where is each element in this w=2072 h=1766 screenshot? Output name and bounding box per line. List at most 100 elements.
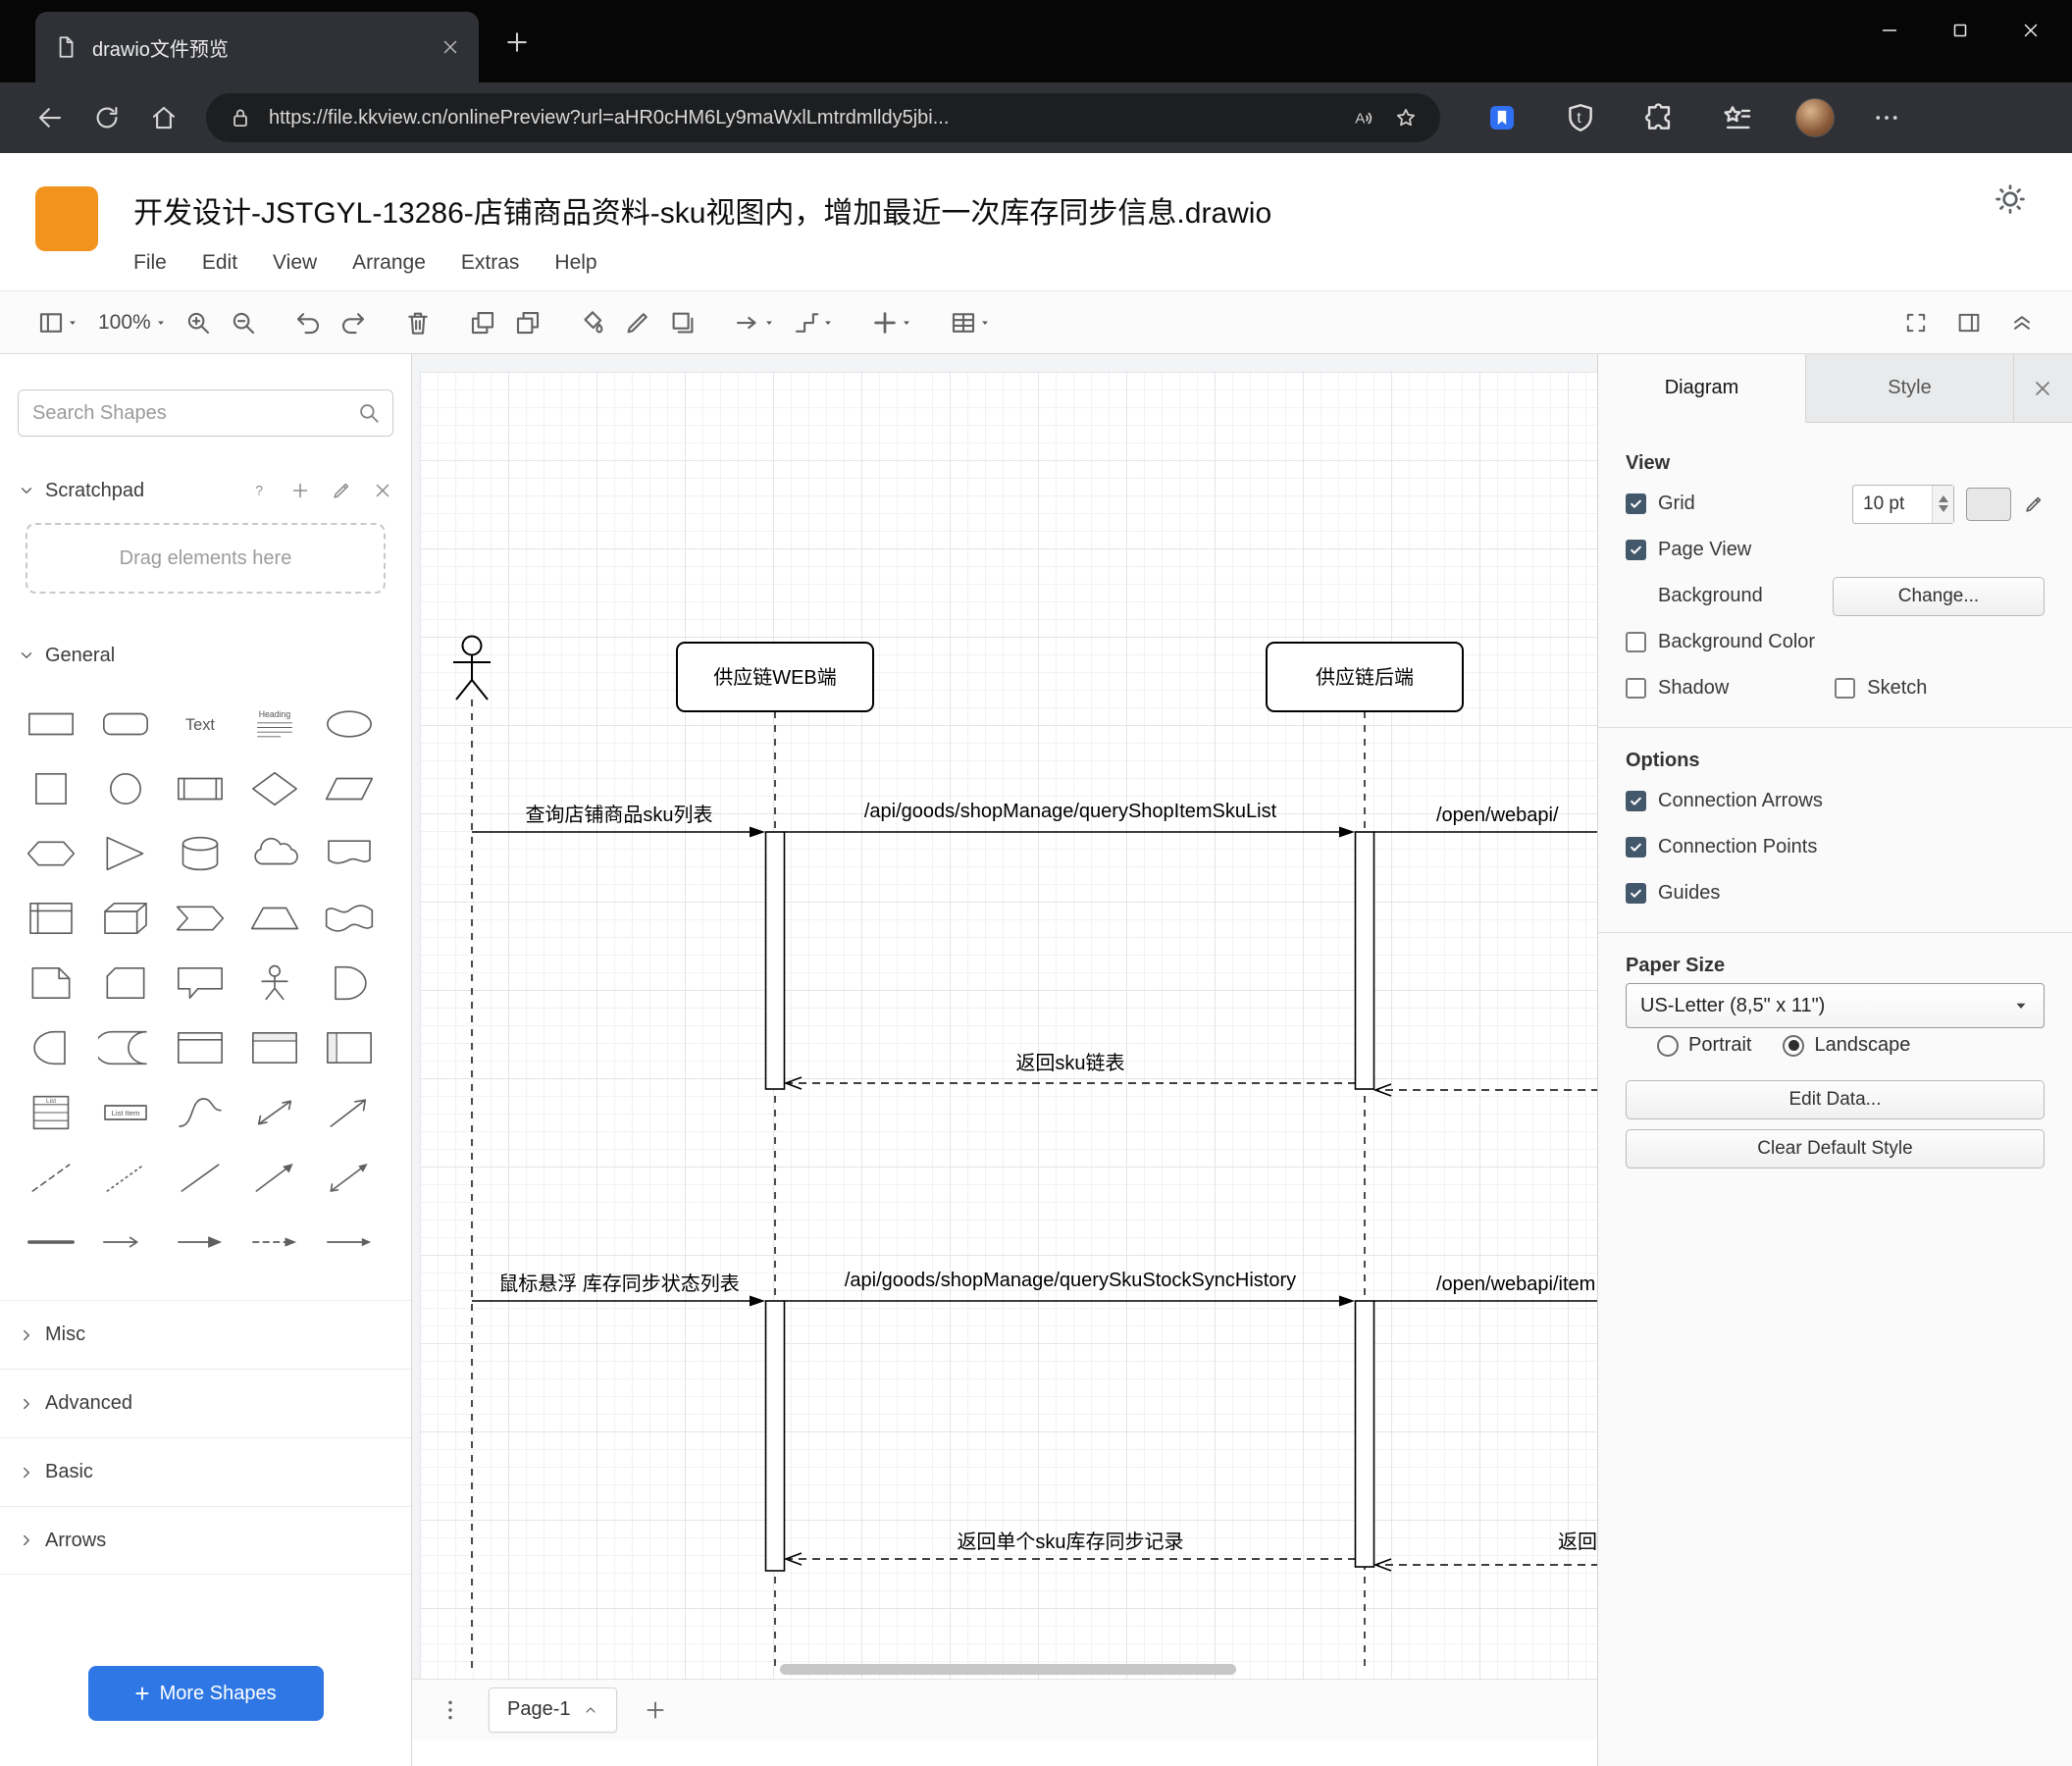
shape-textbox[interactable]: Heading <box>237 692 312 756</box>
shape-note[interactable] <box>14 951 88 1015</box>
orientation-portrait[interactable]: Portrait <box>1657 1034 1751 1057</box>
sidebar-section-misc[interactable]: Misc <box>0 1300 411 1369</box>
horizontal-scrollbar[interactable] <box>780 1664 1236 1675</box>
shape-arrow-right-filled[interactable] <box>163 1210 237 1274</box>
shape-diagonal-arrow-2[interactable] <box>312 1145 387 1210</box>
page-view-icon[interactable] <box>33 305 82 340</box>
shape-cylinder[interactable] <box>163 821 237 886</box>
url-text[interactable]: https://file.kkview.cn/onlinePreview?url… <box>269 107 1336 130</box>
shape-bidirectional-arrow[interactable] <box>237 1080 312 1145</box>
scratchpad-drop-area[interactable]: Drag elements here <box>26 523 386 594</box>
table-icon[interactable] <box>946 305 995 340</box>
shape-horizontal-line[interactable] <box>14 1210 88 1274</box>
shape-step[interactable] <box>163 886 237 951</box>
edit-data-button[interactable]: Edit Data... <box>1626 1080 2045 1119</box>
shadow-icon[interactable] <box>665 305 700 340</box>
format-panel-icon[interactable] <box>1952 306 1986 339</box>
shape-container[interactable] <box>163 1015 237 1080</box>
line-color-icon[interactable] <box>620 305 655 340</box>
panel-tab-style[interactable]: Style <box>1806 354 2014 422</box>
edit-icon[interactable] <box>2023 493 2045 515</box>
shape-dotted-line[interactable] <box>88 1145 163 1210</box>
shape-list-item[interactable]: List Item <box>88 1080 163 1145</box>
menu-extras[interactable]: Extras <box>461 251 520 275</box>
window-close-button[interactable] <box>1995 0 2066 61</box>
background-color-checkbox[interactable] <box>1626 632 1646 652</box>
page-menu-icon[interactable] <box>438 1697 463 1723</box>
shape-arrow-right[interactable] <box>88 1210 163 1274</box>
scratchpad-add-icon[interactable] <box>289 480 311 501</box>
shape-triangle[interactable] <box>88 821 163 886</box>
shape-circle[interactable] <box>88 756 163 821</box>
to-front-icon[interactable] <box>465 305 500 340</box>
shape-dashed-line[interactable] <box>14 1145 88 1210</box>
back-icon[interactable] <box>35 103 65 132</box>
shape-diamond[interactable] <box>237 756 312 821</box>
more-options-icon[interactable] <box>1872 103 1901 132</box>
scratchpad-edit-icon[interactable] <box>331 480 352 501</box>
sidebar-section-arrows[interactable]: Arrows <box>0 1506 411 1575</box>
shape-ellipse[interactable] <box>312 692 387 756</box>
scratchpad-close-icon[interactable] <box>372 480 393 501</box>
panel-tab-diagram[interactable]: Diagram <box>1598 354 1806 423</box>
shape-cube[interactable] <box>88 886 163 951</box>
shape-card[interactable] <box>88 951 163 1015</box>
more-shapes-button[interactable]: + More Shapes <box>87 1666 324 1721</box>
zoom-level-button[interactable]: 100% <box>92 308 171 338</box>
grid-color-swatch[interactable] <box>1966 487 2011 521</box>
sidebar-section-scratchpad[interactable]: Scratchpad ? <box>0 464 411 517</box>
shape-square[interactable] <box>14 756 88 821</box>
insert-icon[interactable] <box>867 305 916 340</box>
page-view-checkbox[interactable] <box>1626 540 1646 560</box>
menu-edit[interactable]: Edit <box>202 251 237 275</box>
fill-color-icon[interactable] <box>575 305 610 340</box>
scratchpad-help-icon[interactable]: ? <box>248 480 270 501</box>
to-back-icon[interactable] <box>510 305 545 340</box>
shape-arrow[interactable] <box>312 1080 387 1145</box>
maximize-button[interactable] <box>1925 0 1995 61</box>
shape-hexagon[interactable] <box>14 821 88 886</box>
read-aloud-icon[interactable]: A <box>1352 105 1377 130</box>
delete-icon[interactable] <box>400 305 436 340</box>
grid-size-spinner[interactable] <box>1932 485 1953 523</box>
waypoints-icon[interactable] <box>789 305 838 340</box>
shape-internal-storage[interactable] <box>14 886 88 951</box>
address-bar[interactable]: https://file.kkview.cn/onlinePreview?url… <box>206 93 1440 142</box>
sketch-checkbox[interactable] <box>1835 678 1856 699</box>
tampermonkey-shield-icon[interactable]: t <box>1564 101 1597 134</box>
shape-document[interactable] <box>312 821 387 886</box>
add-page-icon[interactable] <box>643 1697 668 1723</box>
shape-or[interactable] <box>312 951 387 1015</box>
sidebar-section-basic[interactable]: Basic <box>0 1437 411 1506</box>
orientation-landscape[interactable]: Landscape <box>1783 1034 1910 1057</box>
extensions-puzzle-icon[interactable] <box>1642 101 1676 134</box>
shape-arrow-right-dashed[interactable] <box>237 1210 312 1274</box>
canvas[interactable]: 供应链WEB端 供应链后端 查询店铺商品sku列表/api/goods/shopMa… <box>412 354 1597 1679</box>
shape-vertical-container[interactable] <box>237 1015 312 1080</box>
shape-diagonal-arrow[interactable] <box>237 1145 312 1210</box>
shape-actor[interactable] <box>237 951 312 1015</box>
menu-file[interactable]: File <box>133 251 167 275</box>
connection-points-checkbox[interactable] <box>1626 837 1646 857</box>
shape-callout[interactable] <box>163 951 237 1015</box>
paper-size-select[interactable]: US-Letter (8,5" x 11") <box>1626 983 2045 1028</box>
fullscreen-icon[interactable] <box>1899 306 1933 339</box>
clear-default-style-button[interactable]: Clear Default Style <box>1626 1129 2045 1169</box>
panel-close-icon[interactable] <box>2031 377 2054 400</box>
shape-parallelogram[interactable] <box>312 756 387 821</box>
menu-view[interactable]: View <box>273 251 317 275</box>
search-shapes-input[interactable] <box>18 390 393 437</box>
shape-list[interactable]: List <box>14 1080 88 1145</box>
guides-checkbox[interactable] <box>1626 883 1646 904</box>
shape-and[interactable] <box>14 1015 88 1080</box>
zoom-out-icon[interactable] <box>226 305 261 340</box>
shape-process[interactable] <box>163 756 237 821</box>
connection-arrows-checkbox[interactable] <box>1626 791 1646 811</box>
shape-line[interactable] <box>163 1145 237 1210</box>
favorite-star-icon[interactable] <box>1393 105 1419 130</box>
connection-icon[interactable] <box>730 305 779 340</box>
refresh-icon[interactable] <box>92 103 122 132</box>
home-icon[interactable] <box>149 103 179 132</box>
shape-trapezoid[interactable] <box>237 886 312 951</box>
collapse-icon[interactable] <box>2005 306 2039 339</box>
